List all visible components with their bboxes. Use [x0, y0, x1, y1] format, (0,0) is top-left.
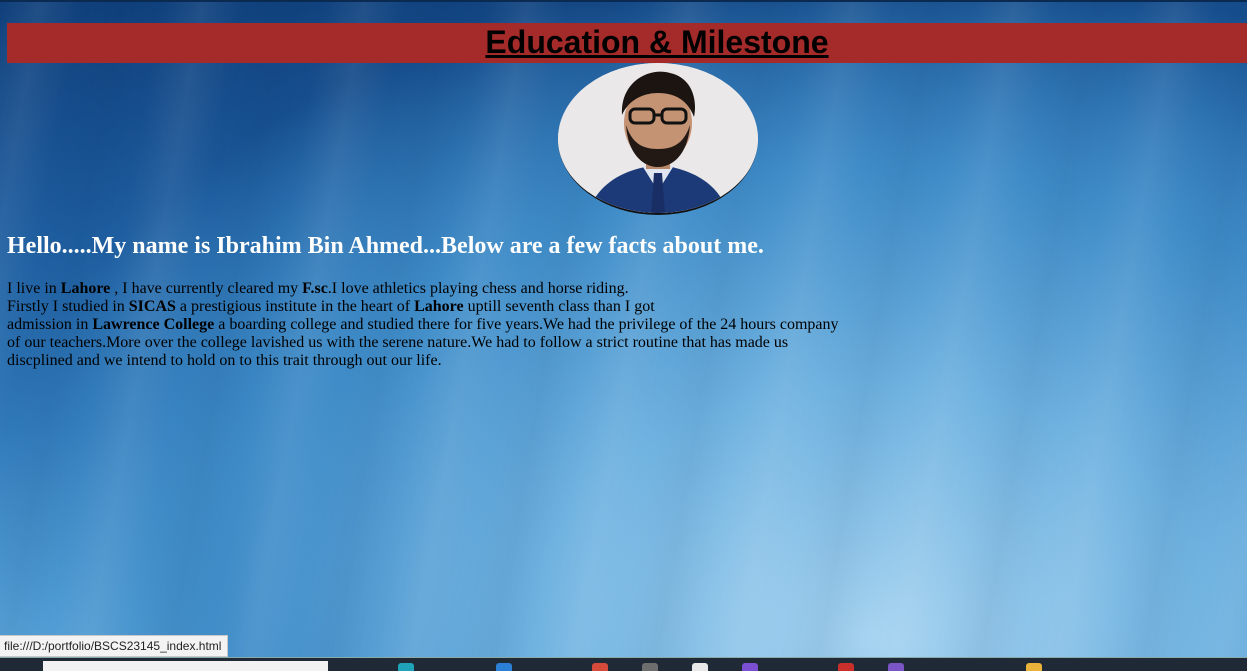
taskbar-search-box[interactable]	[43, 661, 328, 671]
bio-highlight: SICAS	[128, 298, 176, 315]
edge-icon[interactable]	[398, 663, 414, 671]
bio-highlight: Lawrence College	[92, 316, 215, 333]
taskbar	[0, 657, 1247, 671]
profile-photo	[558, 63, 758, 215]
bio-text: uptill seventh class than I got	[463, 298, 655, 315]
bio-text: of our teachers.More over the college la…	[7, 334, 789, 351]
bio-highlight: F.sc	[302, 280, 328, 297]
opera-icon[interactable]	[838, 663, 854, 671]
file-explorer-icon[interactable]	[496, 663, 512, 671]
bio-highlight: Lahore	[414, 298, 464, 315]
chrome-icon[interactable]	[592, 663, 608, 671]
bio-paragraph: I live in Lahore , I have currently clea…	[7, 280, 847, 370]
browser-top-strip	[0, 0, 1247, 2]
bio-text: Firstly I studied in	[7, 298, 129, 315]
bio-text: a prestigious institute in the heart of	[175, 298, 415, 315]
vscode-icon[interactable]	[742, 663, 758, 671]
chrome-alt-icon[interactable]	[1026, 663, 1042, 671]
app-icon[interactable]	[692, 663, 708, 671]
status-bar-url: file:///D:/portfolio/BSCS23145_index.htm…	[0, 635, 229, 657]
page-title: Education & Milestone	[485, 24, 829, 60]
bio-text: admission in	[7, 316, 93, 333]
bio-text: .I love athletics playing chess and hors…	[327, 280, 629, 297]
intro-heading: Hello.....My name is Ibrahim Bin Ahmed..…	[7, 233, 764, 259]
bio-highlight: Lahore	[60, 280, 111, 297]
bio-text: , I have currently cleared my	[110, 280, 303, 297]
bio-text: a boarding college and studied there for…	[214, 316, 839, 333]
bio-text: I live in	[7, 280, 61, 297]
bio-text: discplined and we intend to hold on to t…	[7, 352, 442, 369]
viber-icon[interactable]	[888, 663, 904, 671]
mail-icon[interactable]	[642, 663, 658, 671]
